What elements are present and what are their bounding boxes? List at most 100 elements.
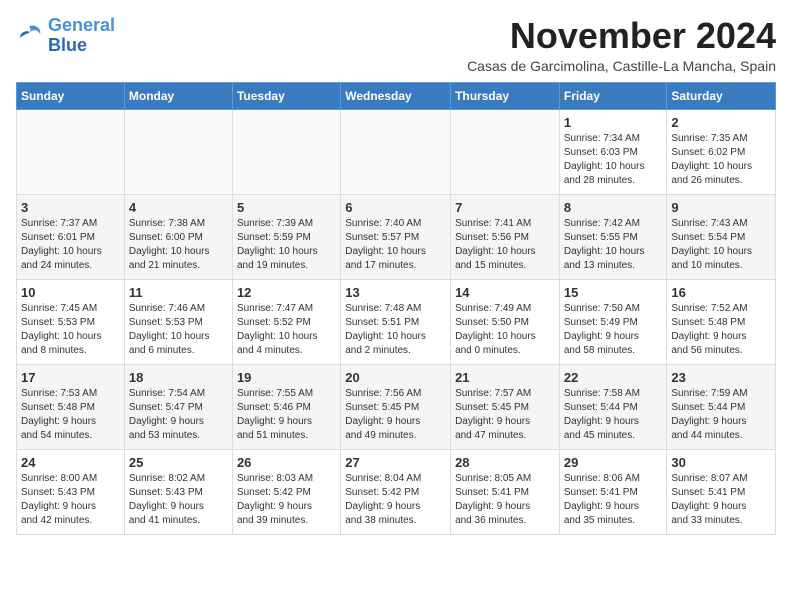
calendar-cell: 30 Sunrise: 8:07 AM Sunset: 5:41 PM Dayli… [667, 449, 776, 534]
calendar-cell [341, 109, 451, 194]
cell-content: Sunrise: 8:02 AM Sunset: 5:43 PM Dayligh… [129, 472, 228, 528]
cell-content: Sunrise: 7:40 AM Sunset: 5:57 PM Dayligh… [345, 217, 446, 273]
calendar-cell: 20Sunrise: 7:56 AM Sunset: 5:45 PM Dayli… [341, 364, 451, 449]
cell-content: Sunrise: 8:05 AM Sunset: 5:41 PM Dayligh… [455, 472, 555, 528]
day-number: 6 [345, 200, 446, 215]
cell-content: Sunrise: 7:55 AM Sunset: 5:46 PM Dayligh… [237, 387, 336, 443]
calendar-cell: 3 Sunrise: 7:37 AM Sunset: 6:01 PM Daylig… [17, 194, 125, 279]
calendar-header: SundayMondayTuesdayWednesdayThursdayFrid… [17, 82, 776, 109]
day-number: 13 [345, 285, 446, 300]
cell-content: Sunrise: 7:57 AM Sunset: 5:45 PM Dayligh… [455, 387, 555, 443]
cell-content: Sunrise: 7:58 AM Sunset: 5:44 PM Dayligh… [564, 387, 663, 443]
day-number: 14 [455, 285, 555, 300]
week-row-1: 3 Sunrise: 7:37 AM Sunset: 6:01 PM Daylig… [17, 194, 776, 279]
day-number: 24 [21, 455, 120, 470]
calendar-cell: 19 Sunrise: 7:55 AM Sunset: 5:46 PM Dayli… [232, 364, 340, 449]
day-number: 3 [21, 200, 120, 215]
calendar-cell: 21Sunrise: 7:57 AM Sunset: 5:45 PM Dayli… [451, 364, 560, 449]
calendar-cell [232, 109, 340, 194]
day-number: 2 [671, 115, 771, 130]
cell-content: Sunrise: 7:59 AM Sunset: 5:44 PM Dayligh… [671, 387, 771, 443]
header-thursday: Thursday [451, 82, 560, 109]
calendar-cell: 5 Sunrise: 7:39 AM Sunset: 5:59 PM Daylig… [232, 194, 340, 279]
header-sunday: Sunday [17, 82, 125, 109]
cell-content: Sunrise: 7:43 AM Sunset: 5:54 PM Dayligh… [671, 217, 771, 273]
calendar-cell: 22 Sunrise: 7:58 AM Sunset: 5:44 PM Dayli… [559, 364, 667, 449]
day-number: 22 [564, 370, 663, 385]
cell-content: Sunrise: 7:35 AM Sunset: 6:02 PM Dayligh… [671, 132, 771, 188]
cell-content: Sunrise: 7:38 AM Sunset: 6:00 PM Dayligh… [129, 217, 228, 273]
cell-content: Sunrise: 8:03 AM Sunset: 5:42 PM Dayligh… [237, 472, 336, 528]
day-number: 19 [237, 370, 336, 385]
calendar-cell: 6 Sunrise: 7:40 AM Sunset: 5:57 PM Daylig… [341, 194, 451, 279]
day-number: 28 [455, 455, 555, 470]
calendar-cell: 18Sunrise: 7:54 AM Sunset: 5:47 PM Dayli… [124, 364, 232, 449]
page-header: General Blue November 2024 Casas de Garc… [16, 16, 776, 74]
cell-content: Sunrise: 7:45 AM Sunset: 5:53 PM Dayligh… [21, 302, 120, 358]
cell-content: Sunrise: 8:06 AM Sunset: 5:41 PM Dayligh… [564, 472, 663, 528]
calendar-cell: 29 Sunrise: 8:06 AM Sunset: 5:41 PM Dayli… [559, 449, 667, 534]
calendar-cell: 28 Sunrise: 8:05 AM Sunset: 5:41 PM Dayli… [451, 449, 560, 534]
cell-content: Sunrise: 7:50 AM Sunset: 5:49 PM Dayligh… [564, 302, 663, 358]
week-row-0: 1 Sunrise: 7:34 AM Sunset: 6:03 PM Daylig… [17, 109, 776, 194]
cell-content: Sunrise: 7:37 AM Sunset: 6:01 PM Dayligh… [21, 217, 120, 273]
day-number: 1 [564, 115, 663, 130]
calendar-cell: 25 Sunrise: 8:02 AM Sunset: 5:43 PM Dayli… [124, 449, 232, 534]
calendar-cell [124, 109, 232, 194]
logo: General Blue [16, 16, 115, 56]
cell-content: Sunrise: 7:39 AM Sunset: 5:59 PM Dayligh… [237, 217, 336, 273]
logo-bird-icon [16, 22, 44, 50]
day-number: 30 [671, 455, 771, 470]
cell-content: Sunrise: 7:47 AM Sunset: 5:52 PM Dayligh… [237, 302, 336, 358]
cell-content: Sunrise: 8:07 AM Sunset: 5:41 PM Dayligh… [671, 472, 771, 528]
day-number: 5 [237, 200, 336, 215]
cell-content: Sunrise: 7:53 AM Sunset: 5:48 PM Dayligh… [21, 387, 120, 443]
calendar-cell: 12 Sunrise: 7:47 AM Sunset: 5:52 PM Dayli… [232, 279, 340, 364]
calendar-cell: 2 Sunrise: 7:35 AM Sunset: 6:02 PM Daylig… [667, 109, 776, 194]
calendar-cell: 14Sunrise: 7:49 AM Sunset: 5:50 PM Dayli… [451, 279, 560, 364]
day-number: 17 [21, 370, 120, 385]
cell-content: Sunrise: 7:52 AM Sunset: 5:48 PM Dayligh… [671, 302, 771, 358]
day-number: 16 [671, 285, 771, 300]
day-number: 11 [129, 285, 228, 300]
cell-content: Sunrise: 7:48 AM Sunset: 5:51 PM Dayligh… [345, 302, 446, 358]
day-number: 8 [564, 200, 663, 215]
cell-content: Sunrise: 7:34 AM Sunset: 6:03 PM Dayligh… [564, 132, 663, 188]
calendar-cell: 1 Sunrise: 7:34 AM Sunset: 6:03 PM Daylig… [559, 109, 667, 194]
calendar-cell: 10Sunrise: 7:45 AM Sunset: 5:53 PM Dayli… [17, 279, 125, 364]
calendar-cell: 16 Sunrise: 7:52 AM Sunset: 5:48 PM Dayli… [667, 279, 776, 364]
cell-content: Sunrise: 7:42 AM Sunset: 5:55 PM Dayligh… [564, 217, 663, 273]
calendar-cell [451, 109, 560, 194]
day-number: 7 [455, 200, 555, 215]
day-number: 18 [129, 370, 228, 385]
day-number: 29 [564, 455, 663, 470]
cell-content: Sunrise: 7:46 AM Sunset: 5:53 PM Dayligh… [129, 302, 228, 358]
calendar-cell: 24 Sunrise: 8:00 AM Sunset: 5:43 PM Dayli… [17, 449, 125, 534]
day-number: 23 [671, 370, 771, 385]
cell-content: Sunrise: 8:00 AM Sunset: 5:43 PM Dayligh… [21, 472, 120, 528]
calendar-cell: 27Sunrise: 8:04 AM Sunset: 5:42 PM Dayli… [341, 449, 451, 534]
header-tuesday: Tuesday [232, 82, 340, 109]
day-number: 26 [237, 455, 336, 470]
day-number: 15 [564, 285, 663, 300]
day-number: 12 [237, 285, 336, 300]
calendar-cell [17, 109, 125, 194]
header-wednesday: Wednesday [341, 82, 451, 109]
week-row-4: 24 Sunrise: 8:00 AM Sunset: 5:43 PM Dayli… [17, 449, 776, 534]
day-number: 9 [671, 200, 771, 215]
calendar-cell: 11 Sunrise: 7:46 AM Sunset: 5:53 PM Dayli… [124, 279, 232, 364]
calendar-cell: 17 Sunrise: 7:53 AM Sunset: 5:48 PM Dayli… [17, 364, 125, 449]
header-saturday: Saturday [667, 82, 776, 109]
day-number: 20 [345, 370, 446, 385]
calendar-cell: 4Sunrise: 7:38 AM Sunset: 6:00 PM Daylig… [124, 194, 232, 279]
day-number: 25 [129, 455, 228, 470]
calendar-cell: 9 Sunrise: 7:43 AM Sunset: 5:54 PM Daylig… [667, 194, 776, 279]
location-subtitle: Casas de Garcimolina, Castille-La Mancha… [467, 58, 776, 74]
logo-text: General Blue [48, 16, 115, 56]
header-friday: Friday [559, 82, 667, 109]
calendar-cell: 15 Sunrise: 7:50 AM Sunset: 5:49 PM Dayli… [559, 279, 667, 364]
cell-content: Sunrise: 7:41 AM Sunset: 5:56 PM Dayligh… [455, 217, 555, 273]
cell-content: Sunrise: 8:04 AM Sunset: 5:42 PM Dayligh… [345, 472, 446, 528]
calendar-table: SundayMondayTuesdayWednesdayThursdayFrid… [16, 82, 776, 535]
calendar-body: 1 Sunrise: 7:34 AM Sunset: 6:03 PM Daylig… [17, 109, 776, 534]
